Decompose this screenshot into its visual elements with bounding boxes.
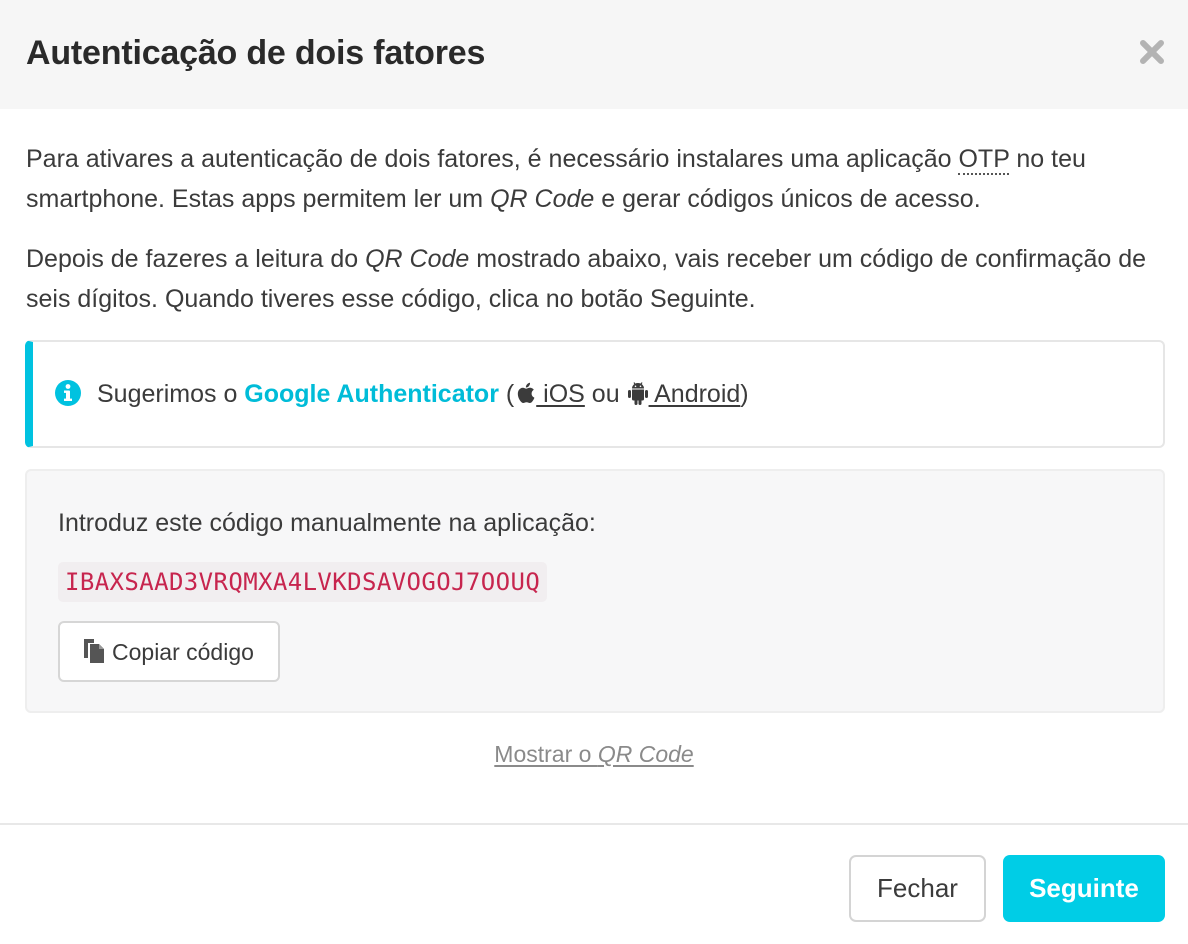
copy-code-button[interactable]: Copiar código [58,621,280,682]
show-qr-container: Mostrar o QR Code [0,737,1188,771]
paren: ( [498,380,515,408]
intro-text: e gerar códigos únicos de acesso. [594,185,981,213]
intro-paragraph-1: Para ativares a autenticação de dois fat… [26,139,1166,219]
show-qr-em: QR Code [597,741,694,767]
close-button[interactable] [1134,34,1170,70]
separator-text: ou [584,380,627,408]
qr-code-term: QR Code [365,245,470,273]
apple-icon [518,382,535,404]
two-factor-modal: Autenticação de dois fatores Para ativar… [0,0,1188,944]
app-suggestion-callout: Sugerimos o Google Authenticator ( iOS o… [25,340,1165,448]
ios-label: iOS [536,380,585,408]
otp-abbr: OTP [958,145,1010,175]
android-icon [627,382,648,405]
modal-title: Autenticação de dois fatores [26,34,486,72]
android-label: Android [648,380,741,408]
manual-code-panel: Introduz este código manualmente na apli… [25,469,1165,713]
info-circle-icon [55,380,81,406]
paren: ) [740,380,749,408]
modal-header: Autenticação de dois fatores [0,0,1188,109]
intro-text: Depois de fazeres a leitura do [26,245,366,273]
copy-code-label: Copiar código [112,639,254,665]
show-qr-link[interactable]: Mostrar o QR Code [494,741,693,767]
copy-icon [84,639,104,663]
manual-code-label: Introduz este código manualmente na apli… [58,509,596,537]
android-store-link[interactable]: Android [627,380,741,408]
intro-text: Para ativares a autenticação de dois fat… [26,145,959,173]
google-authenticator-link[interactable]: Google Authenticator [244,380,499,408]
callout-lead: Sugerimos o [97,380,245,408]
next-button[interactable]: Seguinte [1003,855,1165,922]
callout-text: Sugerimos o Google Authenticator ( iOS o… [97,374,749,414]
show-qr-text: Mostrar o [494,741,598,767]
close-footer-button[interactable]: Fechar [849,855,986,922]
qr-code-term: QR Code [490,185,595,213]
intro-paragraph-2: Depois de fazeres a leitura do QR Code m… [26,239,1166,319]
ios-store-link[interactable]: iOS [514,380,585,408]
close-icon [1140,40,1164,64]
footer-divider [0,823,1188,825]
secret-code: IBAXSAAD3VRQMXA4LVKDSAVOGOJ7OOUQ [58,562,548,602]
